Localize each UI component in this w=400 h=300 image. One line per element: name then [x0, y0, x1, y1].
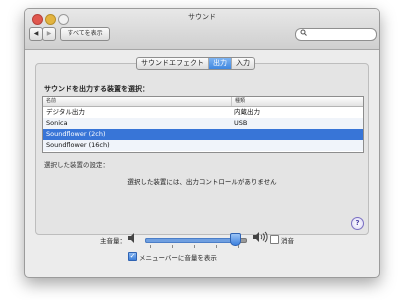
speaker-high-icon: [252, 231, 268, 246]
table-row[interactable]: Soundflower (16ch): [43, 140, 363, 151]
back-arrow-icon: ◀: [33, 30, 39, 37]
tab-input[interactable]: 入力: [232, 58, 254, 69]
table-row[interactable]: Sonica USB: [43, 118, 363, 129]
no-controls-message: 選択した装置には、出力コントロールがありません: [127, 178, 277, 186]
back-button[interactable]: ◀: [29, 27, 43, 41]
device-name: Sonica: [46, 119, 68, 127]
help-button[interactable]: ?: [351, 217, 364, 230]
device-select-heading: サウンドを出力する装置を選択：: [44, 85, 149, 93]
speaker-low-icon: [127, 232, 139, 247]
search-input[interactable]: [295, 28, 377, 41]
forward-button[interactable]: ▶: [42, 27, 56, 41]
device-type: [231, 140, 234, 151]
volume-tick: [172, 245, 173, 248]
volume-slider-knob[interactable]: [230, 233, 241, 246]
device-name: Soundflower (16ch): [46, 141, 110, 149]
mute-checkbox[interactable]: [270, 235, 279, 244]
output-device-table[interactable]: 名前 種類 デジタル出力 内蔵出力 Sonica USB Soundflower…: [42, 96, 364, 153]
column-header-name[interactable]: 名前: [43, 97, 232, 106]
title-bar: サウンド ◀ ▶ すべてを表示: [25, 9, 379, 50]
forward-arrow-icon: ▶: [46, 30, 52, 37]
device-type: 内蔵出力: [234, 108, 260, 116]
volume-label: 主音量：: [100, 237, 126, 245]
mute-label: 消音: [281, 237, 294, 245]
table-row-selected[interactable]: Soundflower (2ch): [43, 129, 363, 140]
tab-sound-effects[interactable]: サウンドエフェクト: [137, 58, 209, 69]
show-volume-in-menubar-label: メニューバーに音量を表示: [139, 254, 217, 262]
window-title: サウンド: [188, 13, 216, 21]
device-type: [231, 129, 234, 140]
device-name: Soundflower (2ch): [46, 130, 106, 138]
volume-tick: [194, 245, 195, 248]
tab-bar: サウンドエフェクト 出力 入力: [136, 57, 255, 70]
device-settings-label: 選択した装置の設定：: [44, 161, 109, 169]
output-panel: サウンドを出力する装置を選択： 名前 種類 デジタル出力 内蔵出力 Sonica…: [35, 63, 369, 235]
volume-slider-fill: [145, 238, 237, 243]
table-header: 名前 種類: [43, 97, 363, 107]
volume-tick: [216, 245, 217, 248]
device-type: USB: [234, 119, 248, 127]
show-all-button[interactable]: すべてを表示: [60, 27, 110, 41]
volume-tick: [238, 245, 239, 248]
show-volume-in-menubar-checkbox[interactable]: ✓: [128, 252, 137, 261]
tab-output[interactable]: 出力: [209, 58, 232, 69]
table-row[interactable]: デジタル出力 内蔵出力: [43, 107, 363, 118]
column-header-type[interactable]: 種類: [232, 97, 245, 106]
device-name: デジタル出力: [46, 108, 85, 116]
search-icon: [300, 29, 307, 40]
volume-tick: [150, 245, 151, 248]
